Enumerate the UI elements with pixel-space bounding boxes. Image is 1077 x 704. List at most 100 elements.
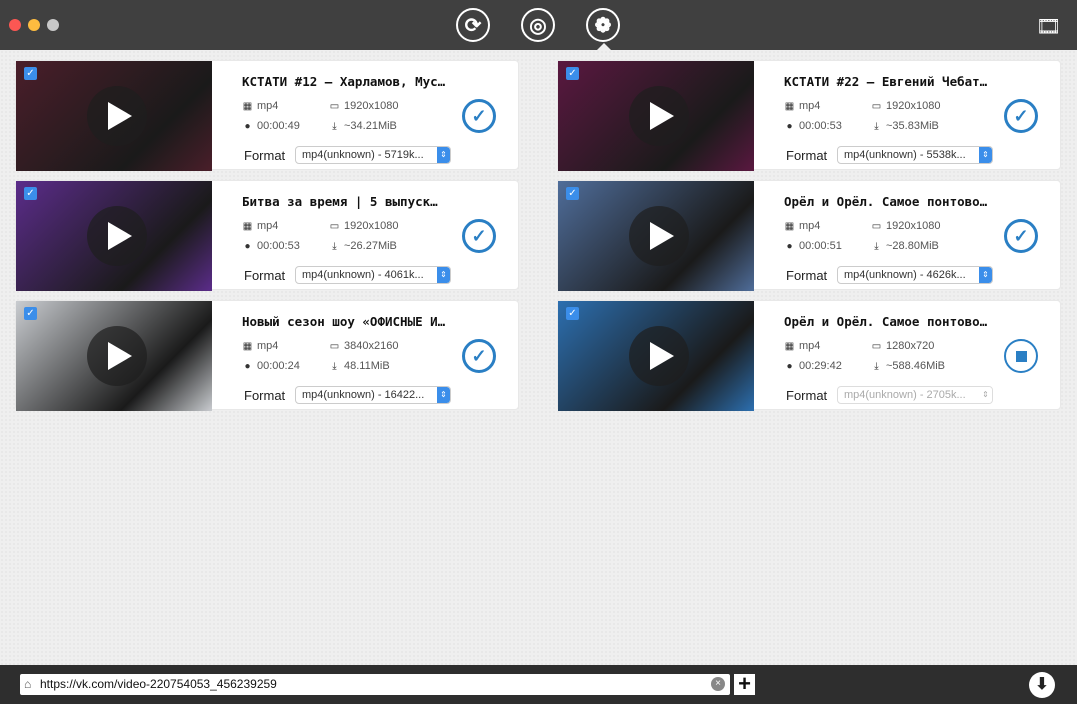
url-text: https://vk.com/video-220754053_456239259 xyxy=(40,677,277,691)
video-thumbnail[interactable]: ✓ xyxy=(16,301,212,411)
monitor-icon: ▭ xyxy=(871,101,882,112)
video-thumbnail[interactable]: ✓ xyxy=(558,61,754,171)
format-value: mp4(unknown) - 16422... xyxy=(302,389,424,401)
play-icon[interactable] xyxy=(87,86,147,146)
duration: 00:00:24 xyxy=(257,360,300,372)
download-item: ✓ Новый сезон шоу «ОФИСНЫЕ И… ▦mp4 ▭3840… xyxy=(15,300,519,410)
container: mp4 xyxy=(799,220,820,232)
chevron-updown-icon: ⇕ xyxy=(979,387,992,403)
play-icon[interactable] xyxy=(87,326,147,386)
download-size-icon: ⤓ xyxy=(329,241,340,252)
minimize-window-button[interactable] xyxy=(28,19,40,31)
select-checkbox[interactable]: ✓ xyxy=(566,187,579,200)
container: mp4 xyxy=(257,100,278,112)
film-icon: ▦ xyxy=(784,101,795,112)
duration: 00:29:42 xyxy=(799,360,842,372)
chevron-updown-icon: ⇕ xyxy=(437,387,450,403)
play-icon[interactable] xyxy=(629,86,689,146)
format-label: Format xyxy=(244,268,285,283)
select-checkbox[interactable]: ✓ xyxy=(566,67,579,80)
select-checkbox[interactable]: ✓ xyxy=(566,307,579,320)
format-value: mp4(unknown) - 4626k... xyxy=(844,269,966,281)
download-item: ✓ КСТАТИ #12 – Харламов, Мус… ▦mp4 ▭1920… xyxy=(15,60,519,170)
download-size-icon: ⤓ xyxy=(329,121,340,132)
close-window-button[interactable] xyxy=(9,19,21,31)
video-thumbnail[interactable]: ✓ xyxy=(16,181,212,291)
video-thumbnail[interactable]: ✓ xyxy=(16,61,212,171)
monitor-icon: ▭ xyxy=(871,221,882,232)
film-icon: ▦ xyxy=(784,341,795,352)
monitor-icon: ▭ xyxy=(329,101,340,112)
format-value: mp4(unknown) - 5719k... xyxy=(302,149,424,161)
download-item: ✓ Битва за время | 5 выпуск… ▦ mp4 ▭ 1920x… xyxy=(15,180,519,290)
duration: 00:00:49 xyxy=(257,120,300,132)
stop-download-button[interactable] xyxy=(1004,339,1038,373)
select-checkbox[interactable]: ✓ xyxy=(24,307,37,320)
download-all-button[interactable]: ⬇ xyxy=(1029,672,1055,698)
video-title: Орёл и Орёл. Самое понтово… xyxy=(784,314,987,329)
container: mp4 xyxy=(799,100,820,112)
format-select[interactable]: mp4(unknown) - 16422... ⇕ xyxy=(295,386,451,404)
video-thumbnail[interactable]: ✓ xyxy=(558,301,754,411)
video-title: Новый сезон шоу «ОФИСНЫЕ И… xyxy=(242,314,445,329)
url-input[interactable]: ⌂ https://vk.com/video-220754053_4562392… xyxy=(20,674,730,695)
clock-icon: ● xyxy=(242,121,253,132)
video-title: КСТАТИ #12 – Харламов, Мус… xyxy=(242,74,445,89)
chevron-updown-icon: ⇕ xyxy=(979,267,992,283)
completed-check-icon: ✓ xyxy=(1004,219,1038,253)
play-icon[interactable] xyxy=(629,326,689,386)
file-size: ~26.27MiB xyxy=(344,240,397,252)
format-label: Format xyxy=(786,268,827,283)
file-size: ~35.83MiB xyxy=(886,120,939,132)
add-url-button[interactable]: + xyxy=(734,674,755,695)
active-tab-indicator xyxy=(597,43,611,50)
zoom-window-button[interactable] xyxy=(47,19,59,31)
resolution: 1920x1080 xyxy=(344,100,398,112)
monitor-icon: ▭ xyxy=(871,341,882,352)
video-title: Битва за время | 5 выпуск… xyxy=(242,194,438,209)
format-label: Format xyxy=(786,148,827,163)
format-select[interactable]: mp4(unknown) - 5538k...⇕ xyxy=(837,146,993,164)
video-downloader-icon[interactable]: ❁ xyxy=(586,8,620,42)
format-label: Format xyxy=(244,148,285,163)
download-size-icon: ⤓ xyxy=(329,361,340,372)
convert-icon[interactable]: ⟳ xyxy=(456,8,490,42)
clock-icon: ● xyxy=(242,361,253,372)
monitor-icon: ▭ xyxy=(329,221,340,232)
bottom-bar: ⌂ https://vk.com/video-220754053_4562392… xyxy=(0,665,1077,704)
film-icon: ▦ xyxy=(242,341,253,352)
clock-icon: ● xyxy=(784,241,795,252)
clear-url-button[interactable]: × xyxy=(711,677,725,691)
resolution: 3840x2160 xyxy=(344,340,398,352)
video-thumbnail[interactable]: ✓ xyxy=(558,181,754,291)
completed-check-icon: ✓ xyxy=(462,219,496,253)
chevron-updown-icon: ⇕ xyxy=(437,267,450,283)
home-icon: ⌂ xyxy=(24,677,31,691)
resolution: 1920x1080 xyxy=(886,100,940,112)
play-icon[interactable] xyxy=(87,206,147,266)
monitor-icon: ▭ xyxy=(329,341,340,352)
film-icon: ▦ xyxy=(242,221,253,232)
format-select[interactable]: mp4(unknown) - 2705k...⇕ xyxy=(837,386,993,404)
download-item: ✓ КСТАТИ #22 – Евгений Чебат… ▦mp4 ▭1920… xyxy=(557,60,1061,170)
select-checkbox[interactable]: ✓ xyxy=(24,187,37,200)
film-icon: ▦ xyxy=(784,221,795,232)
file-size: 48.11MiB xyxy=(344,360,390,372)
media-library-icon[interactable]: 🎞 xyxy=(1036,14,1061,39)
play-icon[interactable] xyxy=(629,206,689,266)
container: mp4 xyxy=(257,220,278,232)
format-select[interactable]: mp4(unknown) - 5719k...⇕ xyxy=(295,146,451,164)
format-select[interactable]: mp4(unknown) - 4626k... ⇕ xyxy=(837,266,993,284)
select-checkbox[interactable]: ✓ xyxy=(24,67,37,80)
download-item: ✓ Орёл и Орёл. Самое понтово… ▦mp4 ▭1920… xyxy=(557,180,1061,290)
container: mp4 xyxy=(799,340,820,352)
format-select[interactable]: mp4(unknown) - 4061k...⇕ xyxy=(295,266,451,284)
download-item: ✓ Орёл и Орёл. Самое понтово… ▦ mp4 ▭ 1280… xyxy=(557,300,1061,410)
file-size: ~34.21MiB xyxy=(344,120,397,132)
duration: 00:00:53 xyxy=(257,240,300,252)
resolution: 1920x1080 xyxy=(344,220,398,232)
download-size-icon: ⤓ xyxy=(871,241,882,252)
download-icon[interactable]: ◎ xyxy=(521,8,555,42)
resolution: 1280x720 xyxy=(886,340,934,352)
clock-icon: ● xyxy=(784,361,795,372)
